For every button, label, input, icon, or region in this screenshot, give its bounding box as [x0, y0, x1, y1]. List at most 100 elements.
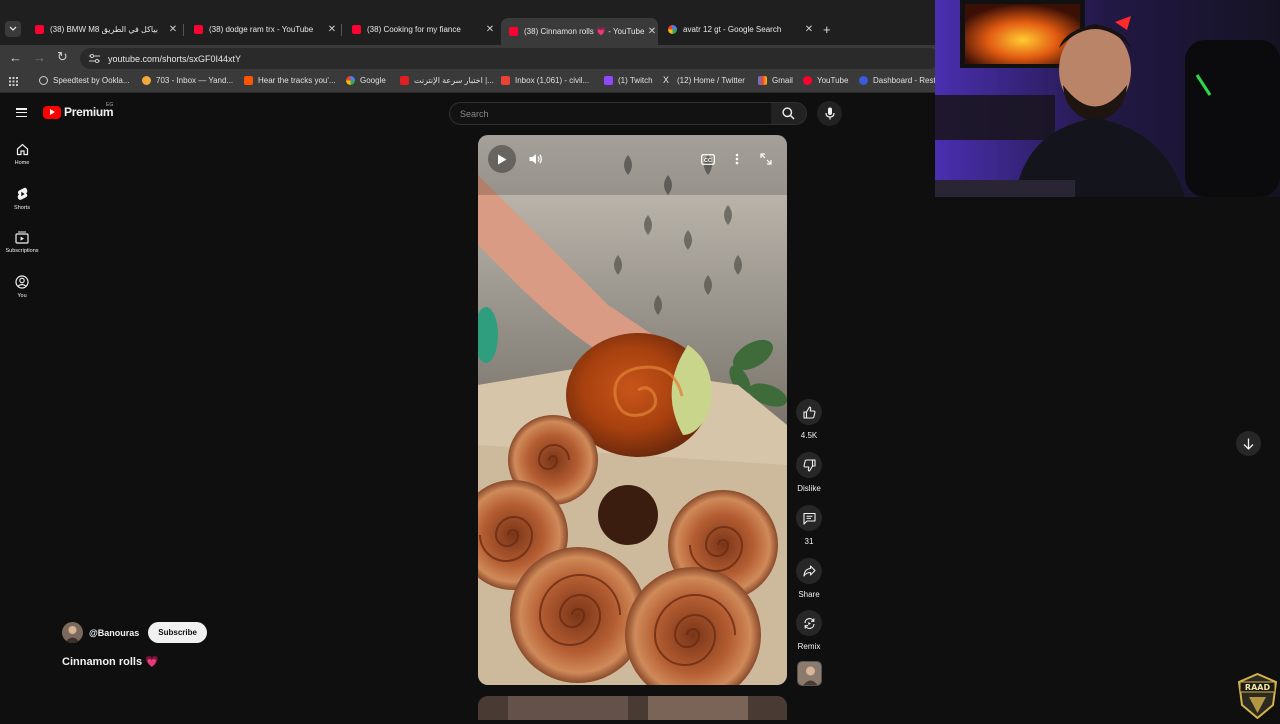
guide-item-home[interactable]: Home — [0, 143, 44, 166]
dislike-label: Dislike — [797, 484, 821, 493]
you-icon — [15, 275, 29, 289]
remix-icon — [803, 617, 815, 629]
search-button[interactable] — [771, 102, 807, 125]
x-twitter-icon: X — [663, 75, 670, 85]
cinnamon-rolls-video-frame — [478, 135, 787, 685]
thumbs-down-icon — [802, 458, 816, 472]
share-action[interactable]: Share — [795, 558, 823, 599]
voice-search-button[interactable] — [817, 101, 842, 126]
browser-tab[interactable]: (38) dodge ram trx - YouTube ✕ — [186, 18, 338, 40]
dislike-button[interactable] — [796, 452, 822, 478]
close-tab-icon[interactable]: ✕ — [326, 24, 338, 35]
youtube-favicon-icon — [194, 24, 203, 34]
svg-text:RAAD: RAAD — [1245, 683, 1271, 692]
tab-title: (38) dodge ram trx - YouTube — [209, 24, 314, 34]
raad-logo-icon: RAAD — [1237, 672, 1278, 720]
play-button[interactable] — [488, 145, 516, 173]
channel-avatar[interactable] — [62, 622, 83, 643]
new-tab-button[interactable]: + — [823, 22, 831, 37]
captions-button[interactable]: CC — [698, 149, 718, 169]
youtube-masthead: Premium EG — [0, 93, 935, 133]
bookmark-item[interactable]: Dashboard - Rest — [859, 76, 936, 85]
tab-separator — [183, 24, 184, 36]
remix-button[interactable] — [796, 610, 822, 636]
search-input[interactable] — [450, 103, 771, 124]
youtube-premium-logo[interactable]: Premium EG — [43, 102, 114, 119]
twitch-icon — [604, 76, 613, 85]
close-tab-icon[interactable]: ✕ — [803, 24, 815, 35]
browser-tab[interactable]: (38) BMW M8 بياكل في الطريق ✕ — [27, 18, 179, 40]
subscriptions-icon — [15, 231, 29, 244]
share-icon — [802, 565, 816, 577]
close-tab-icon[interactable]: ✕ — [484, 24, 496, 35]
comments-action[interactable]: 31 — [795, 505, 823, 546]
reload-icon[interactable]: ↻ — [57, 49, 68, 65]
bookmark-item[interactable]: 703 - Inbox — Yand... — [142, 76, 233, 85]
bookmark-item[interactable]: Google — [346, 76, 386, 85]
country-code: EG — [106, 102, 114, 108]
like-count: 4.5K — [800, 431, 818, 440]
youtube-favicon-icon — [35, 24, 44, 34]
subscribe-button[interactable]: Subscribe — [148, 622, 207, 643]
shorts-player[interactable]: CC — [478, 135, 787, 685]
soundcloud-icon — [244, 76, 253, 85]
channel-bar: @Banouras Subscribe — [62, 622, 207, 643]
yandex-icon — [142, 76, 151, 85]
like-action[interactable]: 4.5K — [795, 399, 823, 440]
guide-item-shorts[interactable]: Shorts — [0, 187, 44, 211]
bookmark-item[interactable]: Speedtest by Ookla... — [39, 76, 130, 85]
menu-icon[interactable] — [16, 108, 27, 117]
browser-tab[interactable]: (38) Cooking for my fiance ✕ — [344, 18, 496, 40]
bookmark-item[interactable]: Inbox (1,061) - civil... — [501, 76, 589, 85]
channel-handle[interactable]: @Banouras — [89, 628, 139, 638]
back-arrow-icon[interactable]: ← — [9, 50, 22, 65]
remix-label: Remix — [797, 642, 821, 651]
more-options-button[interactable] — [727, 149, 747, 169]
browser-tab-active[interactable]: (38) Cinnamon rolls 💗 - YouTube ✕ — [501, 18, 658, 45]
fullscreen-icon — [760, 153, 772, 165]
close-tab-icon[interactable]: ✕ — [167, 24, 179, 35]
apps-grid-icon[interactable] — [9, 77, 18, 86]
forward-arrow-icon[interactable]: → — [33, 50, 46, 65]
youtube-play-logo-icon — [43, 105, 61, 119]
volume-button[interactable] — [526, 149, 546, 169]
like-button[interactable] — [796, 399, 822, 425]
site-settings-icon[interactable] — [88, 53, 100, 65]
tab-title: (38) Cooking for my fiance — [367, 24, 461, 34]
share-button[interactable] — [796, 558, 822, 584]
browser-tab[interactable]: avatr 12 gt - Google Search ✕ — [660, 18, 815, 40]
tab-separator — [341, 24, 342, 36]
tab-title: (38) BMW M8 بياكل في الطريق — [50, 24, 158, 34]
next-short-button[interactable] — [1236, 431, 1261, 456]
bookmark-item[interactable]: Hear the tracks you'... — [244, 76, 336, 85]
bookmark-item[interactable]: Gmail — [758, 76, 793, 85]
close-tab-icon[interactable]: ✕ — [646, 26, 658, 37]
short-title[interactable]: Cinnamon rolls 💗 — [62, 655, 159, 668]
bookmark-item[interactable]: (1) Twitch — [604, 76, 653, 85]
bookmark-item[interactable]: اختبار سرعة الإنترنت |... — [400, 76, 494, 85]
dislike-action[interactable]: Dislike — [795, 452, 823, 493]
next-short-preview[interactable] — [478, 696, 787, 720]
tab-search-button[interactable] — [5, 21, 21, 37]
sound-pivot-thumbnail[interactable] — [797, 661, 822, 686]
comment-count: 31 — [804, 537, 814, 546]
youtube-icon — [803, 76, 812, 85]
volume-icon — [529, 154, 542, 164]
share-label: Share — [798, 590, 820, 599]
speedtest-icon — [39, 76, 48, 85]
guide-item-subscriptions[interactable]: Subscriptions — [0, 231, 44, 254]
search-icon — [782, 107, 795, 120]
bookmark-item[interactable]: YouTube — [803, 76, 848, 85]
tab-title: avatr 12 gt - Google Search — [683, 24, 782, 34]
fullscreen-button[interactable] — [756, 149, 776, 169]
streamer-webcam-feed — [935, 0, 1280, 197]
guide-item-you[interactable]: You — [0, 275, 44, 299]
address-bar[interactable]: youtube.com/shorts/sxGF0I44xtY — [80, 48, 940, 69]
bookmark-item[interactable]: X (12) Home / Twitter — [663, 75, 745, 86]
remix-action[interactable]: Remix — [795, 610, 823, 651]
youtube-favicon-icon — [509, 27, 518, 36]
tab-title: (38) Cinnamon rolls 💗 - YouTube — [524, 27, 645, 36]
comment-icon — [802, 512, 816, 525]
comments-button[interactable] — [796, 505, 822, 531]
avatar-image — [62, 622, 83, 643]
